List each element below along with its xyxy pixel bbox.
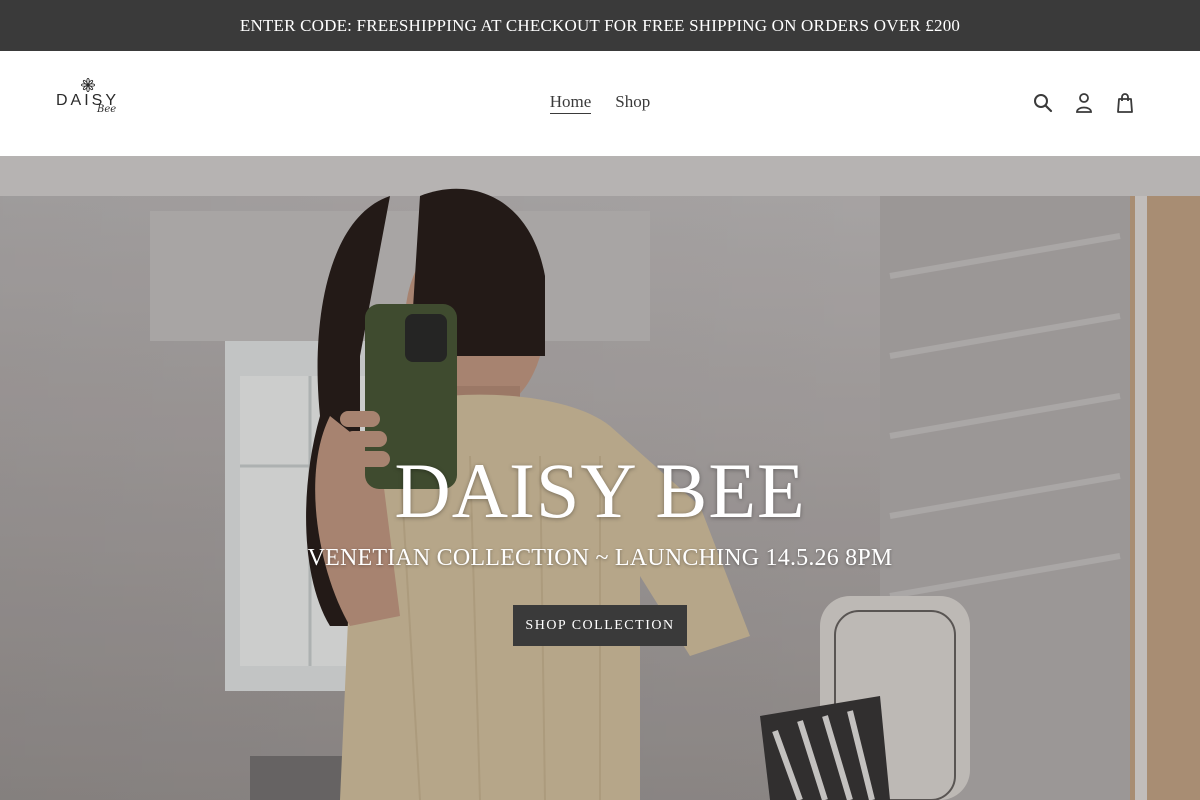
header-actions bbox=[1032, 91, 1136, 115]
daisy-logo-icon bbox=[81, 78, 95, 92]
hero-banner: DAISY BEE VENETIAN COLLECTION ~ LAUNCHIN… bbox=[0, 156, 1200, 800]
announcement-bar: ENTER CODE: FREESHIPPING AT CHECKOUT FOR… bbox=[0, 0, 1200, 51]
hero-title: DAISY BEE bbox=[394, 447, 806, 534]
shop-collection-button[interactable]: SHOP COLLECTION bbox=[513, 605, 687, 646]
search-icon[interactable] bbox=[1032, 91, 1054, 115]
main-nav: Home Shop bbox=[0, 92, 1200, 114]
site-header: DAISY Bee Home Shop bbox=[0, 51, 1200, 156]
nav-item-home[interactable]: Home bbox=[549, 92, 592, 114]
hero-subtitle: VENETIAN COLLECTION ~ LAUNCHING 14.5.26 … bbox=[307, 545, 893, 571]
cart-icon[interactable] bbox=[1114, 91, 1136, 115]
account-icon[interactable] bbox=[1073, 91, 1095, 115]
announcement-text: ENTER CODE: FREESHIPPING AT CHECKOUT FOR… bbox=[239, 15, 961, 35]
nav-item-shop[interactable]: Shop bbox=[615, 92, 650, 114]
